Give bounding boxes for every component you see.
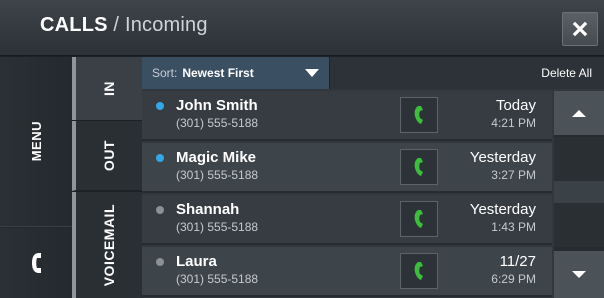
call-date: 11/27	[499, 253, 536, 270]
tab-in-label: IN	[101, 81, 117, 96]
caller-number: (301) 555-5188	[176, 272, 259, 286]
read-indicator	[156, 206, 164, 214]
tab-out-label: OUT	[101, 139, 117, 172]
call-time: 4:21 PM	[491, 116, 536, 130]
sort-dropdown[interactable]: Sort: Newest First	[142, 57, 330, 89]
caller-number: (301) 555-5188	[176, 168, 259, 182]
arrow-up-icon	[572, 109, 586, 117]
call-row-3[interactable]: Laura (301) 555-5188 11/27 6:29 PM	[142, 247, 552, 297]
caller-name: Laura	[176, 253, 217, 270]
breadcrumb-incoming: Incoming	[124, 14, 208, 36]
call-time: 3:27 PM	[491, 168, 536, 182]
call-back-button[interactable]	[400, 253, 438, 289]
call-back-button[interactable]	[400, 201, 438, 237]
call-row-2[interactable]: Shannah (301) 555-5188 Yesterday 1:43 PM	[142, 195, 552, 245]
title-bar: CALLS / Incoming	[0, 0, 604, 56]
delete-all-button[interactable]: Delete All	[541, 57, 592, 89]
tab-in[interactable]: IN	[72, 57, 142, 120]
call-date: Yesterday	[469, 149, 536, 166]
scroll-up-button[interactable]	[554, 91, 604, 135]
scroll-track[interactable]	[554, 137, 604, 247]
read-indicator	[156, 258, 164, 266]
call-date: Yesterday	[469, 201, 536, 218]
phone-icon	[414, 158, 423, 176]
caller-name: Magic Mike	[176, 149, 257, 166]
tab-out[interactable]: OUT	[72, 121, 142, 191]
caller-name: Shannah	[176, 201, 240, 218]
menu-button[interactable]: MENU	[0, 57, 72, 227]
caller-name: John Smith	[176, 97, 258, 114]
phone-icon	[414, 210, 423, 228]
phone-icon	[414, 106, 423, 124]
phone-icon	[414, 262, 423, 280]
caller-number: (301) 555-5188	[176, 220, 259, 234]
call-back-button[interactable]	[400, 149, 438, 185]
breadcrumb-separator: /	[107, 14, 125, 36]
call-time: 6:29 PM	[491, 272, 536, 286]
sort-bar: Sort: Newest First Delete All	[142, 57, 604, 89]
phone-handset-icon	[32, 253, 41, 273]
caller-number: (301) 555-5188	[176, 116, 259, 130]
scroll-down-button[interactable]	[554, 251, 604, 298]
sort-label: Sort:	[152, 66, 178, 80]
unread-indicator	[156, 154, 164, 162]
scrollbar[interactable]	[554, 91, 604, 298]
menu-label: MENU	[28, 121, 44, 162]
call-row-1[interactable]: Magic Mike (301) 555-5188 Yesterday 3:27…	[142, 143, 552, 193]
breadcrumb-calls[interactable]: CALLS	[40, 14, 108, 36]
tab-voicemail[interactable]: VOICEMAIL	[72, 192, 142, 298]
call-time: 1:43 PM	[491, 220, 536, 234]
call-list-panel: Sort: Newest First Delete All John Smith…	[142, 57, 604, 298]
call-date: Today	[495, 97, 536, 114]
call-list: John Smith (301) 555-5188 Today 4:21 PM …	[142, 91, 552, 298]
close-button[interactable]	[562, 12, 598, 46]
call-row-0[interactable]: John Smith (301) 555-5188 Today 4:21 PM	[142, 91, 552, 141]
page-title: CALLS / Incoming	[40, 14, 208, 37]
tab-voicemail-label: VOICEMAIL	[101, 203, 117, 287]
chevron-down-icon	[305, 69, 319, 77]
phone-button[interactable]	[0, 228, 72, 298]
close-icon	[572, 21, 588, 37]
arrow-down-icon	[572, 271, 586, 278]
unread-indicator	[156, 102, 164, 110]
scroll-thumb[interactable]	[554, 181, 604, 203]
left-sidebar: MENU	[0, 57, 72, 298]
call-type-tabs: IN OUT VOICEMAIL	[72, 57, 142, 298]
sort-value: Newest First	[182, 66, 254, 80]
call-back-button[interactable]	[400, 97, 438, 133]
